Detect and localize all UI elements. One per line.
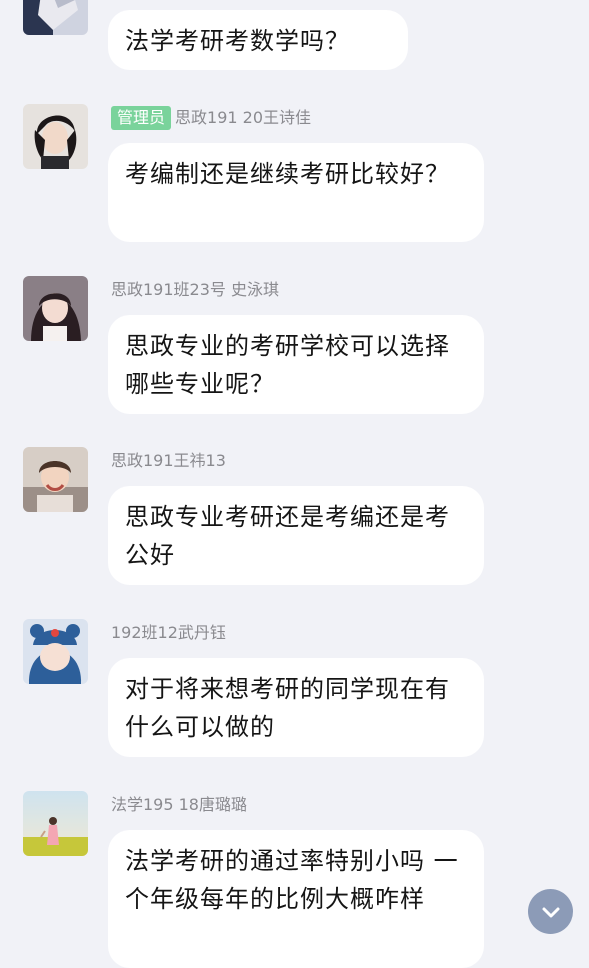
- sender-name[interactable]: 思政191 20王诗佳: [175, 106, 311, 130]
- sender-name[interactable]: 法学195 18唐璐璐: [111, 793, 247, 817]
- message-bubble[interactable]: 法学考研考数学吗？: [108, 10, 408, 70]
- message-bubble[interactable]: 思政专业考研还是考编还是考公好: [108, 486, 484, 585]
- message-header: 思政191王祎13: [111, 449, 226, 473]
- avatar-image: [23, 447, 88, 512]
- message-header: 192班12武丹钰: [111, 621, 226, 645]
- message-text: 思政专业考研还是考编还是考公好: [125, 503, 450, 569]
- message-bubble[interactable]: 考编制还是继续考研比较好？: [108, 143, 484, 242]
- avatar[interactable]: [23, 104, 88, 169]
- sender-name[interactable]: 思政191班23号 史泳琪: [111, 278, 279, 302]
- avatar-image: [23, 791, 88, 856]
- message-text: 对于将来想考研的同学现在有什么可以做的: [125, 675, 450, 741]
- avatar[interactable]: [23, 0, 88, 35]
- avatar[interactable]: [23, 791, 88, 856]
- message-header: 法学195 18唐璐璐: [111, 793, 247, 817]
- avatar-image: [23, 276, 88, 341]
- sender-name[interactable]: 思政191王祎13: [111, 449, 226, 473]
- scroll-to-bottom-button[interactable]: [528, 889, 573, 934]
- message-header: 思政191班23号 史泳琪: [111, 278, 279, 302]
- admin-badge: 管理员: [111, 106, 172, 130]
- chevron-down-icon: [542, 907, 559, 917]
- message-bubble[interactable]: 思政专业的考研学校可以选择哪些专业呢？: [108, 315, 484, 414]
- message-text: 考编制还是继续考研比较好？: [125, 160, 450, 188]
- avatar[interactable]: [23, 276, 88, 341]
- avatar[interactable]: [23, 619, 88, 684]
- chat-message-list[interactable]: 法学考研考数学吗？ 管理员 思政191 20王诗佳 考编制还是继续考研比较好？: [0, 0, 589, 968]
- sender-name[interactable]: 192班12武丹钰: [111, 621, 226, 645]
- avatar-image: [23, 104, 88, 169]
- message-text: 法学考研考数学吗？: [125, 27, 350, 55]
- avatar-image: [23, 0, 88, 35]
- avatar[interactable]: [23, 447, 88, 512]
- message-text: 思政专业的考研学校可以选择哪些专业呢？: [125, 332, 450, 398]
- message-header: 管理员 思政191 20王诗佳: [111, 106, 311, 130]
- message-bubble[interactable]: 对于将来想考研的同学现在有什么可以做的: [108, 658, 484, 757]
- avatar-image: [23, 619, 88, 684]
- message-text: 法学考研的通过率特别小吗 一个年级每年的比例大概咋样: [125, 847, 459, 913]
- message-bubble[interactable]: 法学考研的通过率特别小吗 一个年级每年的比例大概咋样: [108, 830, 484, 968]
